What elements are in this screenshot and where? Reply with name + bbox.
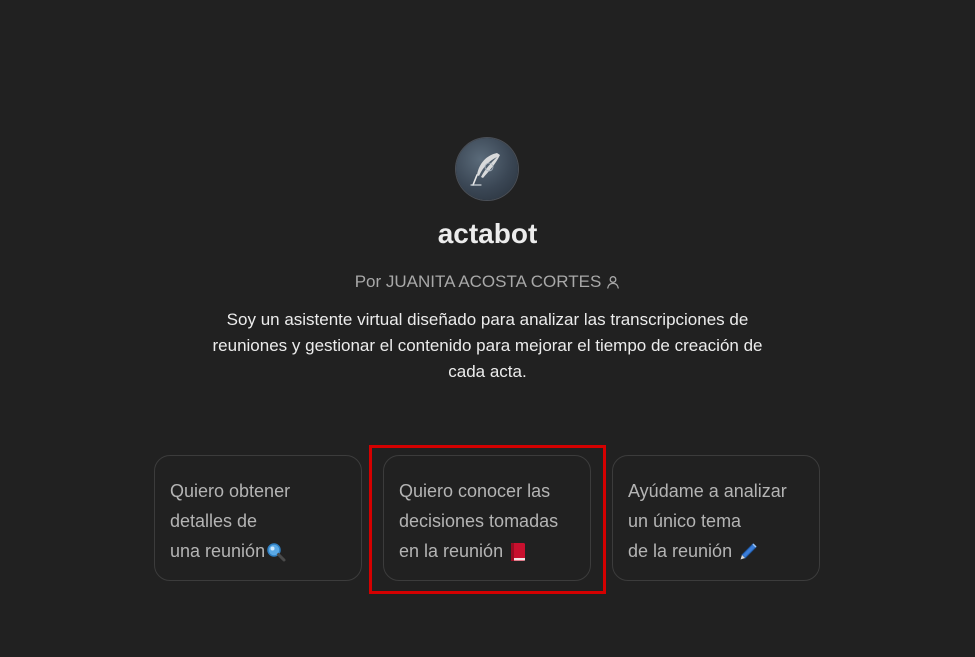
magnifying-glass-icon (267, 543, 286, 562)
suggestion-text-line: una reunión (170, 541, 266, 561)
suggestion-card-details[interactable]: Quiero obtener detalles de una reunión (154, 455, 362, 581)
person-icon (607, 276, 620, 289)
suggestion-card-topic[interactable]: Ayúdame a analizar un único tema de la r… (612, 455, 820, 581)
suggestion-text-line: Quiero obtener (170, 481, 291, 501)
suggestion-text-line: detalles de (170, 511, 258, 531)
suggestion-text-line: un único tema (628, 511, 742, 531)
gpt-description: Soy un asistente virtual diseñado para a… (212, 310, 763, 381)
quill-feather-icon (470, 153, 500, 186)
suggestion-card-decisions[interactable]: Quiero conocer las decisiones tomadas en… (383, 455, 591, 581)
gpt-author[interactable]: Por JUANITA ACOSTA CORTES (0, 272, 975, 292)
suggestion-text-line: Quiero conocer las (399, 481, 551, 501)
closed-book-icon (511, 543, 526, 562)
pen-icon (740, 543, 757, 560)
gpt-title: actabot (437, 218, 538, 249)
gpt-intro-page: actabot Por JUANITA ACOSTA CORTES Soy un… (0, 0, 975, 657)
suggestion-text-line: en la reunión (399, 541, 504, 561)
gpt-avatar (456, 138, 518, 200)
suggestion-text-line: Ayúdame a analizar (628, 481, 787, 501)
suggestion-text-line: de la reunión (628, 541, 733, 561)
suggestion-text-line: decisiones tomadas (399, 511, 559, 531)
gpt-author-label: Por JUANITA ACOSTA CORTES (354, 272, 602, 291)
